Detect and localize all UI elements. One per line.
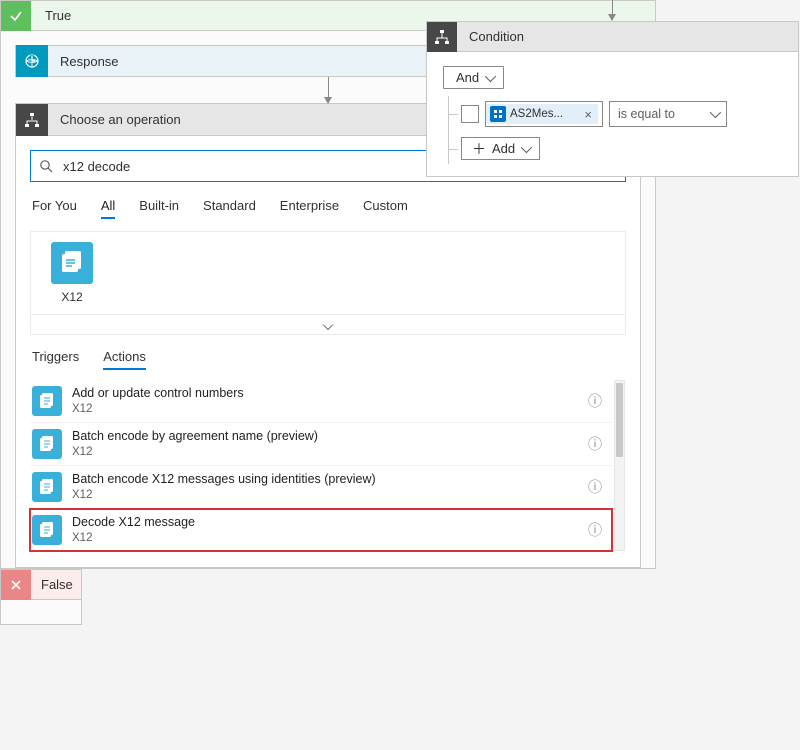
info-icon[interactable]: ⓘ	[584, 434, 606, 454]
filter-tab-custom[interactable]: Custom	[363, 198, 408, 219]
condition-operator[interactable]: is equal to	[609, 101, 727, 127]
chevron-down-icon	[323, 319, 333, 329]
flow-arrow-into-choose	[328, 77, 329, 103]
checkmark-icon	[1, 1, 31, 31]
search-icon	[39, 159, 53, 173]
action-item[interactable]: Batch encode by agreement name (preview)…	[30, 423, 612, 466]
action-text: Add or update control numbersX12	[72, 386, 574, 416]
connector-name: X12	[61, 290, 82, 304]
x12-action-icon	[32, 472, 62, 502]
action-subtitle: X12	[72, 402, 574, 416]
actions-list: Add or update control numbersX12ⓘBatch e…	[30, 380, 626, 551]
x-icon	[1, 570, 31, 600]
tab-actions[interactable]: Actions	[103, 349, 146, 370]
add-condition-button[interactable]: ＋ Add	[461, 137, 540, 160]
action-subtitle: X12	[72, 531, 574, 545]
false-branch-panel: False	[0, 569, 82, 625]
add-label: Add	[492, 141, 515, 156]
row-checkbox[interactable]	[461, 105, 479, 123]
condition-header[interactable]: Condition	[427, 22, 798, 52]
false-header: False	[1, 570, 81, 600]
condition-row: AS2Mes... × is equal to	[461, 101, 782, 127]
tree-line	[448, 96, 449, 164]
true-label: True	[31, 8, 71, 23]
action-subtitle: X12	[72, 445, 574, 459]
expand-connectors[interactable]	[30, 315, 626, 335]
scrollbar[interactable]	[614, 380, 625, 551]
token-remove[interactable]: ×	[582, 107, 594, 122]
filter-tab-for-you[interactable]: For You	[32, 198, 77, 219]
filter-tab-built-in[interactable]: Built-in	[139, 198, 179, 219]
info-icon[interactable]: ⓘ	[584, 477, 606, 497]
filter-tab-all[interactable]: All	[101, 198, 115, 219]
action-text: Batch encode by agreement name (preview)…	[72, 429, 574, 459]
x12-action-icon	[32, 386, 62, 416]
x12-connector-icon	[51, 242, 93, 284]
condition-title: Condition	[457, 29, 524, 44]
logic-selector[interactable]: And	[443, 66, 504, 89]
condition-icon	[427, 22, 457, 52]
x12-action-icon	[32, 515, 62, 545]
action-title: Batch encode X12 messages using identiti…	[72, 472, 574, 488]
response-icon	[16, 45, 48, 77]
action-subtitle: X12	[72, 488, 574, 502]
connector-x12[interactable]: X12	[41, 242, 103, 304]
filter-tab-standard[interactable]: Standard	[203, 198, 256, 219]
action-title: Decode X12 message	[72, 515, 574, 531]
action-title: Add or update control numbers	[72, 386, 574, 402]
filter-tab-enterprise[interactable]: Enterprise	[280, 198, 339, 219]
action-text: Decode X12 messageX12	[72, 515, 574, 545]
tab-triggers[interactable]: Triggers	[32, 349, 79, 370]
chevron-down-icon	[485, 70, 496, 81]
x12-action-icon	[32, 429, 62, 459]
trigger-action-tabs: Triggers Actions	[32, 349, 624, 370]
choose-icon	[16, 104, 48, 136]
chevron-down-icon	[710, 107, 721, 118]
action-item[interactable]: Add or update control numbersX12 ⓘ	[30, 380, 612, 423]
info-icon[interactable]: ⓘ	[584, 391, 606, 411]
action-title: Batch encode by agreement name (preview)	[72, 429, 574, 445]
as2-token-icon	[490, 106, 506, 122]
operator-label: is equal to	[618, 107, 675, 121]
false-label: False	[31, 577, 73, 592]
info-icon[interactable]: ⓘ	[584, 520, 606, 540]
connectors-row: X12	[30, 231, 626, 315]
action-item[interactable]: Decode X12 messageX12 ⓘ	[30, 509, 612, 551]
chevron-down-icon	[521, 141, 532, 152]
action-item[interactable]: Batch encode X12 messages using identiti…	[30, 466, 612, 509]
flow-arrow-into-condition	[612, 0, 613, 20]
scrollbar-thumb[interactable]	[616, 383, 623, 457]
token-label: AS2Mes...	[510, 108, 578, 120]
filter-tabs: For You All Built-in Standard Enterprise Cust…	[32, 198, 624, 219]
plus-icon: ＋	[472, 142, 486, 156]
condition-left-operand[interactable]: AS2Mes... ×	[485, 101, 603, 127]
condition-card: Condition And AS2Mes... × is equal to	[426, 21, 799, 177]
action-text: Batch encode X12 messages using identiti…	[72, 472, 574, 502]
logic-label: And	[456, 70, 479, 85]
